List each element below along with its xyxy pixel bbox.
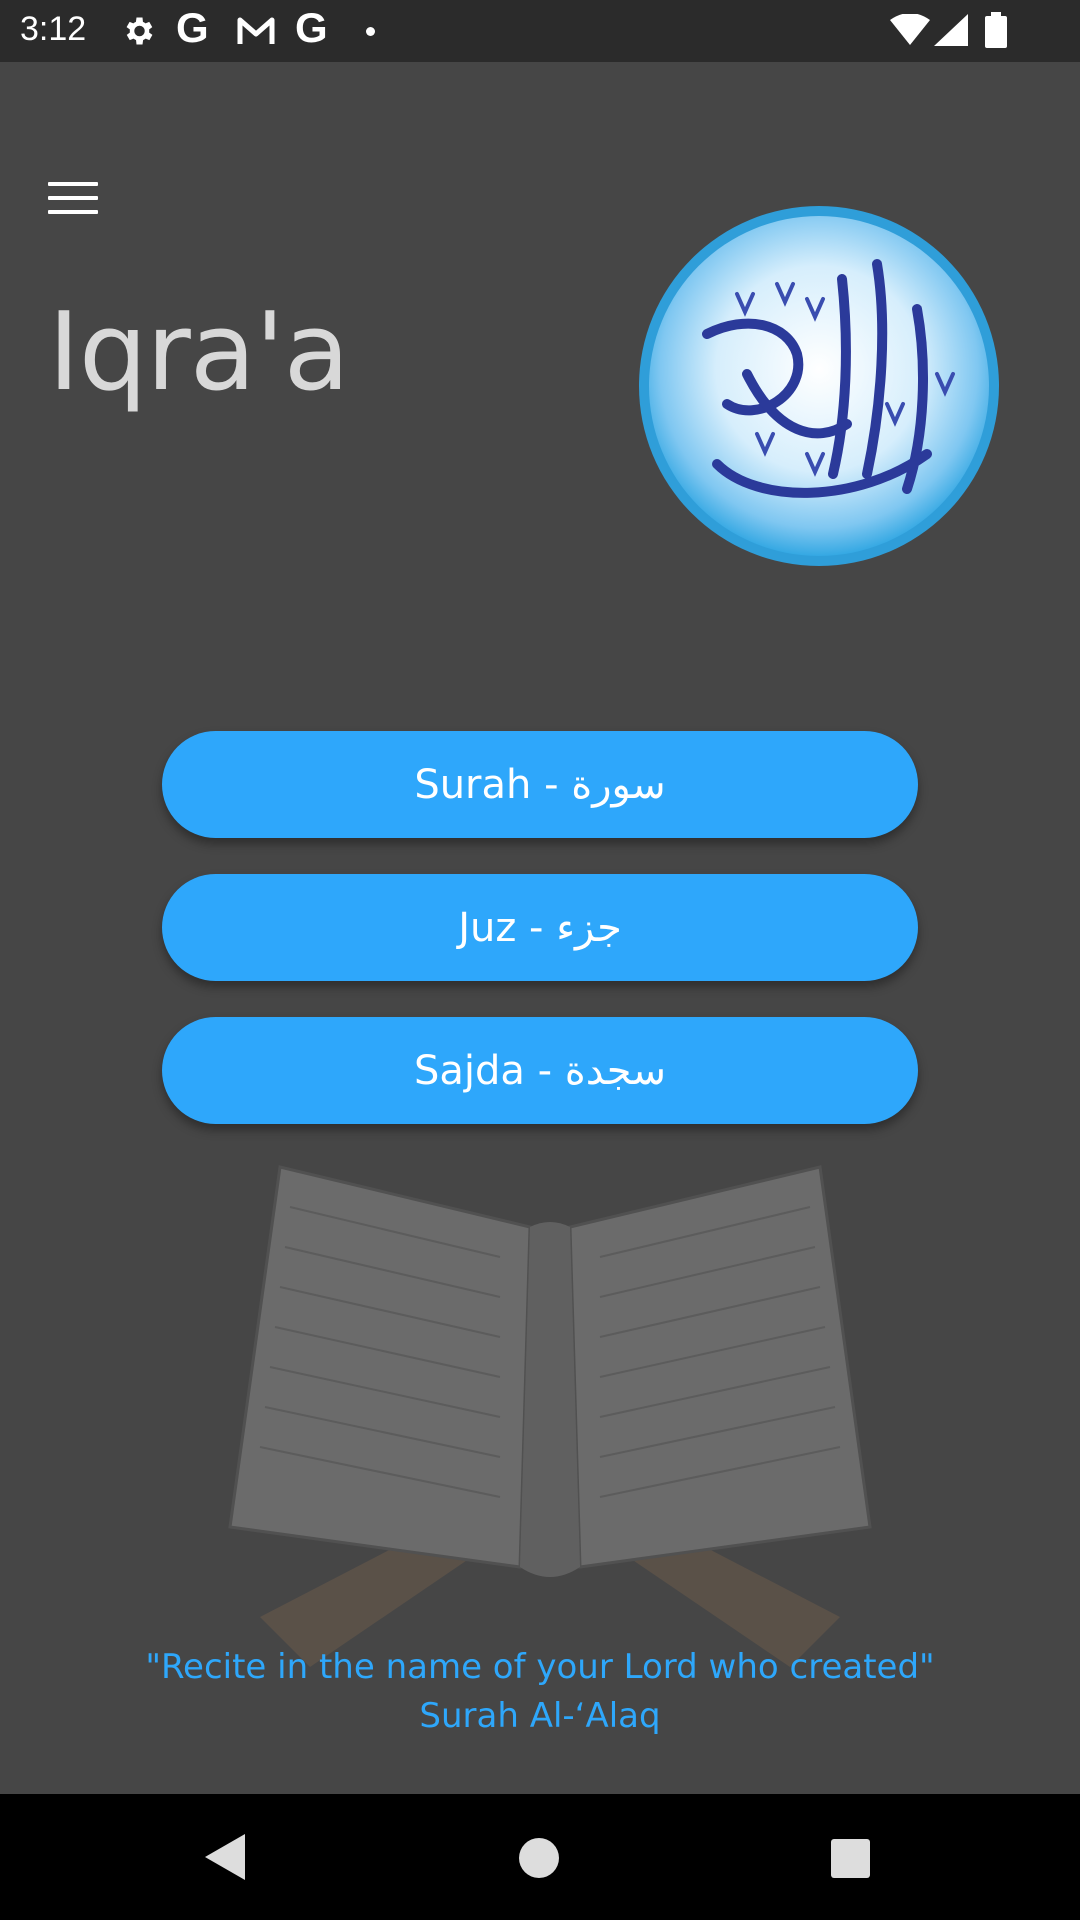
status-bar: 3:12 G G — [0, 0, 1080, 62]
recents-icon[interactable] — [831, 1839, 870, 1878]
quran-calligraphy-logo — [639, 206, 999, 566]
hamburger-menu-icon[interactable] — [48, 182, 98, 220]
back-icon[interactable] — [205, 1834, 247, 1880]
google-g-icon: G — [295, 4, 328, 51]
notification-dot-icon — [366, 27, 375, 36]
sajda-button[interactable]: Sajda - سجدة — [162, 1017, 918, 1124]
wifi-icon — [890, 14, 930, 45]
open-book-illustration — [228, 1165, 872, 1667]
signal-icon — [934, 14, 968, 46]
gear-icon — [126, 17, 153, 45]
juz-button[interactable]: Juz - جزء — [162, 874, 918, 981]
page-title: Iqra'a — [48, 290, 350, 415]
status-time: 3:12 — [20, 10, 87, 48]
battery-icon — [985, 12, 1007, 48]
google-g-icon: G — [176, 4, 209, 51]
gmail-icon — [237, 17, 275, 44]
surah-button[interactable]: Surah - سورة — [162, 731, 918, 838]
quote-source: Surah Al-‘Alaq — [419, 1696, 661, 1736]
quote-text: "Recite in the name of your Lord who cre… — [145, 1647, 935, 1687]
home-icon[interactable] — [519, 1838, 559, 1878]
navigation-bar — [0, 1794, 1080, 1920]
app-screen: Iqra'a Surah - سورة Juz - جزء Sajda - سج… — [0, 62, 1080, 1794]
